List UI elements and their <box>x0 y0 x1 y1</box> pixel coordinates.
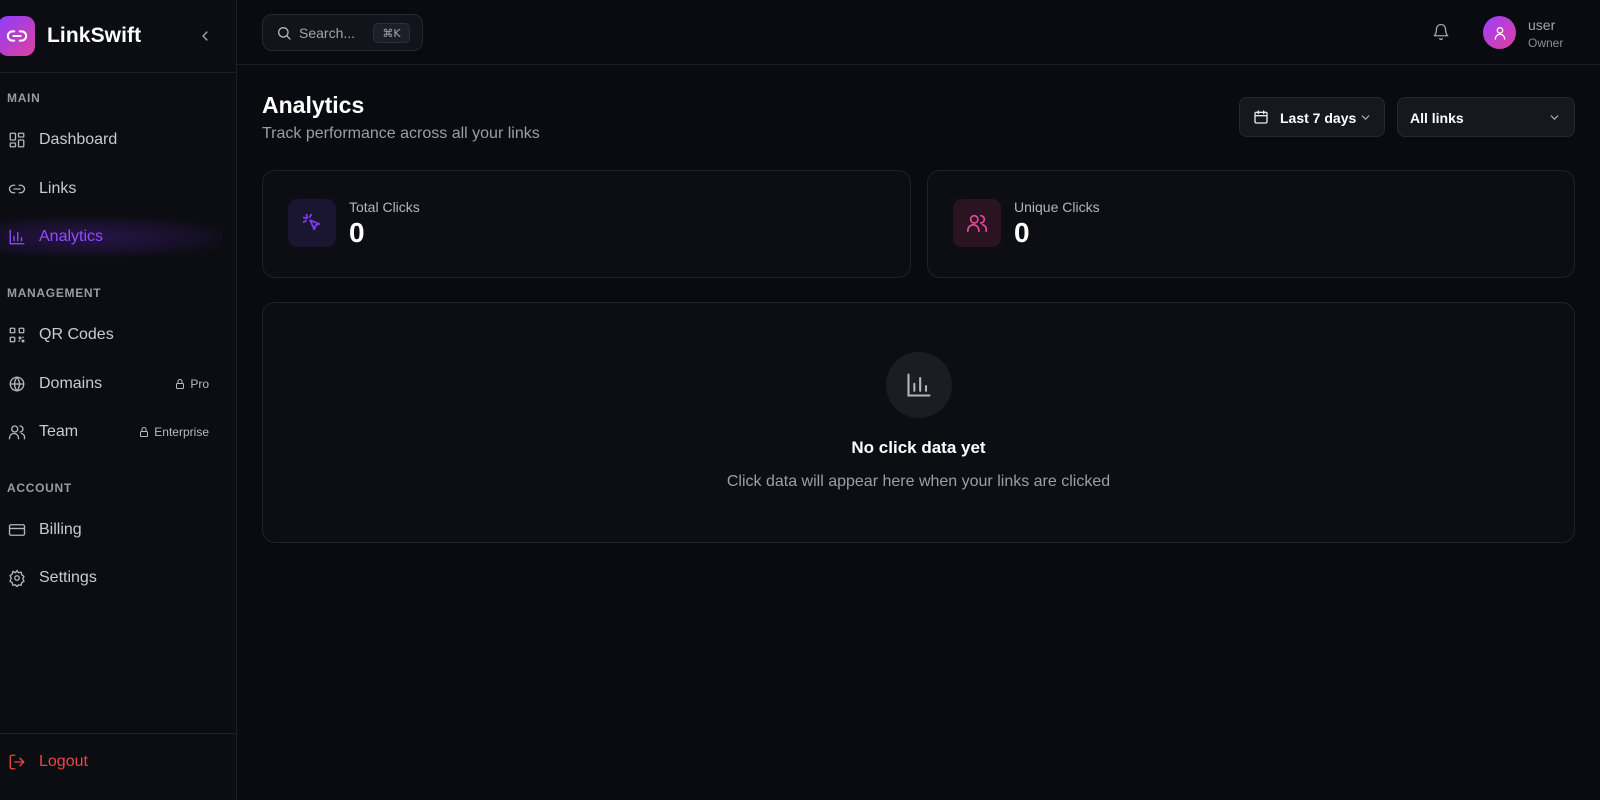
empty-state-card: No click data yet Click data will appear… <box>262 302 1575 543</box>
sidebar-footer: Logout <box>0 733 236 800</box>
sidebar-item-links[interactable]: Links <box>0 169 222 209</box>
qr-code-icon <box>9 327 25 343</box>
unique-clicks-icon-box <box>953 199 1001 247</box>
chevron-down-icon <box>1550 115 1559 120</box>
empty-state-description: Click data will appear here when your li… <box>726 473 1111 490</box>
badge-label: Enterprise <box>154 425 209 439</box>
brand-name: LinkSwift <box>47 24 142 47</box>
logout-label: Logout <box>39 753 88 770</box>
users-icon <box>967 214 988 233</box>
sidebar-item-qr-codes[interactable]: QR Codes <box>0 315 222 355</box>
enterprise-badge: Enterprise <box>138 425 209 439</box>
users-icon <box>8 425 26 440</box>
user-icon <box>1494 26 1505 40</box>
sidebar-item-domains[interactable]: Domains Pro <box>0 364 222 404</box>
sidebar-item-label: Dashboard <box>39 131 118 148</box>
sidebar-item-team[interactable]: Team Enterprise <box>0 412 222 452</box>
search-input[interactable]: Search... ⌘K <box>262 14 423 51</box>
app-root: LinkSwift MAIN Dashboard Links Analytics… <box>0 0 1600 800</box>
avatar[interactable] <box>1483 16 1516 49</box>
sidebar-item-label: Links <box>39 180 77 197</box>
bar-chart-icon <box>9 229 25 245</box>
unique-clicks-card: Unique Clicks 0 <box>927 170 1575 278</box>
links-filter-select[interactable]: All links <box>1397 97 1575 137</box>
sidebar-item-label: Analytics <box>39 228 104 245</box>
empty-state-title: No click data yet <box>851 438 986 457</box>
cursor-click-icon <box>302 213 321 231</box>
chevron-down-icon <box>1361 115 1370 120</box>
credit-card-icon <box>8 524 26 536</box>
empty-state-icon-circle <box>886 352 952 418</box>
stat-label: Total Clicks <box>349 199 420 215</box>
collapse-sidebar-button[interactable] <box>195 26 215 46</box>
logout-icon <box>9 754 25 770</box>
stat-value: 0 <box>349 217 365 248</box>
pro-badge: Pro <box>174 377 209 391</box>
sidebar-item-analytics[interactable]: Analytics <box>0 217 222 257</box>
sidebar-item-label: Domains <box>39 375 103 392</box>
lock-icon <box>176 379 185 389</box>
lock-icon <box>140 427 149 437</box>
badge-label: Pro <box>190 377 209 391</box>
chevron-left-icon <box>202 31 208 41</box>
link-icon <box>6 30 27 42</box>
sidebar-item-label: QR Codes <box>39 326 114 343</box>
sidebar-item-label: Billing <box>39 521 82 538</box>
page-subtitle: Track performance across all your links <box>262 125 540 142</box>
link-icon <box>8 184 26 194</box>
logout-button[interactable]: Logout <box>0 742 222 782</box>
sidebar: LinkSwift MAIN Dashboard Links Analytics… <box>0 0 237 800</box>
date-range-label: Last 7 days <box>1280 110 1357 126</box>
stat-label: Unique Clicks <box>1014 199 1100 215</box>
section-label-management: MANAGEMENT <box>7 286 102 300</box>
dashboard-icon <box>9 132 25 148</box>
sidebar-item-dashboard[interactable]: Dashboard <box>0 120 222 160</box>
search-placeholder: Search... <box>299 25 356 41</box>
total-clicks-card: Total Clicks 0 <box>262 170 911 278</box>
bell-icon[interactable] <box>1432 23 1450 41</box>
brand-logo[interactable] <box>0 16 35 56</box>
section-label-account: ACCOUNT <box>7 481 72 495</box>
total-clicks-icon-box <box>288 199 336 247</box>
globe-icon <box>9 376 25 392</box>
bar-chart-icon <box>907 373 931 397</box>
search-icon <box>278 27 291 40</box>
section-label-main: MAIN <box>7 91 41 105</box>
keyboard-shortcut-badge: ⌘K <box>373 23 410 43</box>
stat-value: 0 <box>1014 217 1030 248</box>
topbar: Search... ⌘K user Owner <box>237 0 1600 65</box>
sidebar-item-label: Team <box>39 423 79 440</box>
page-title: Analytics <box>262 92 365 118</box>
gear-icon <box>9 569 25 587</box>
sidebar-item-settings[interactable]: Settings <box>0 558 222 598</box>
date-range-button[interactable]: Last 7 days <box>1239 97 1385 137</box>
sidebar-item-label: Settings <box>39 569 97 586</box>
user-name: user <box>1528 17 1556 33</box>
links-filter-label: All links <box>1410 110 1464 126</box>
sidebar-item-billing[interactable]: Billing <box>0 510 222 550</box>
brand-header: LinkSwift <box>0 0 236 73</box>
calendar-icon <box>1254 110 1268 124</box>
user-role: Owner <box>1528 36 1564 50</box>
